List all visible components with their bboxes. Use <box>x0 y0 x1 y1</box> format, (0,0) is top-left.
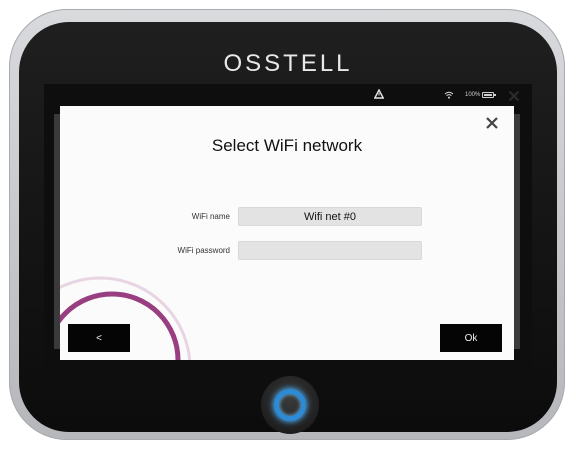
dialog-title: Select WiFi network <box>211 136 363 155</box>
brand-logo: OSSTELL <box>223 50 353 77</box>
status-bar: 100% <box>44 84 532 108</box>
wifi-dialog: Select WiFi network WiFi name WiFi passw… <box>60 106 514 360</box>
home-button[interactable] <box>261 376 319 434</box>
dialog-close-icon[interactable] <box>484 115 500 131</box>
battery-icon <box>482 92 496 98</box>
dialog-shadow <box>514 114 520 349</box>
warning-icon <box>374 89 384 99</box>
wifi-name-field[interactable] <box>238 207 422 226</box>
back-button[interactable]: < <box>68 324 130 352</box>
wifi-password-field[interactable] <box>238 241 422 260</box>
close-icon[interactable] <box>508 90 520 102</box>
ok-button[interactable]: Ok <box>440 324 502 352</box>
battery-percentage: 100% <box>465 92 481 98</box>
screen: 100% Select WiFi network WiFi name WiFi … <box>44 84 532 368</box>
wifi-icon <box>444 91 454 99</box>
wifi-password-label: WiFi password <box>177 246 230 255</box>
wifi-name-label: WiFi name <box>191 212 230 221</box>
home-ring-icon <box>274 389 306 421</box>
